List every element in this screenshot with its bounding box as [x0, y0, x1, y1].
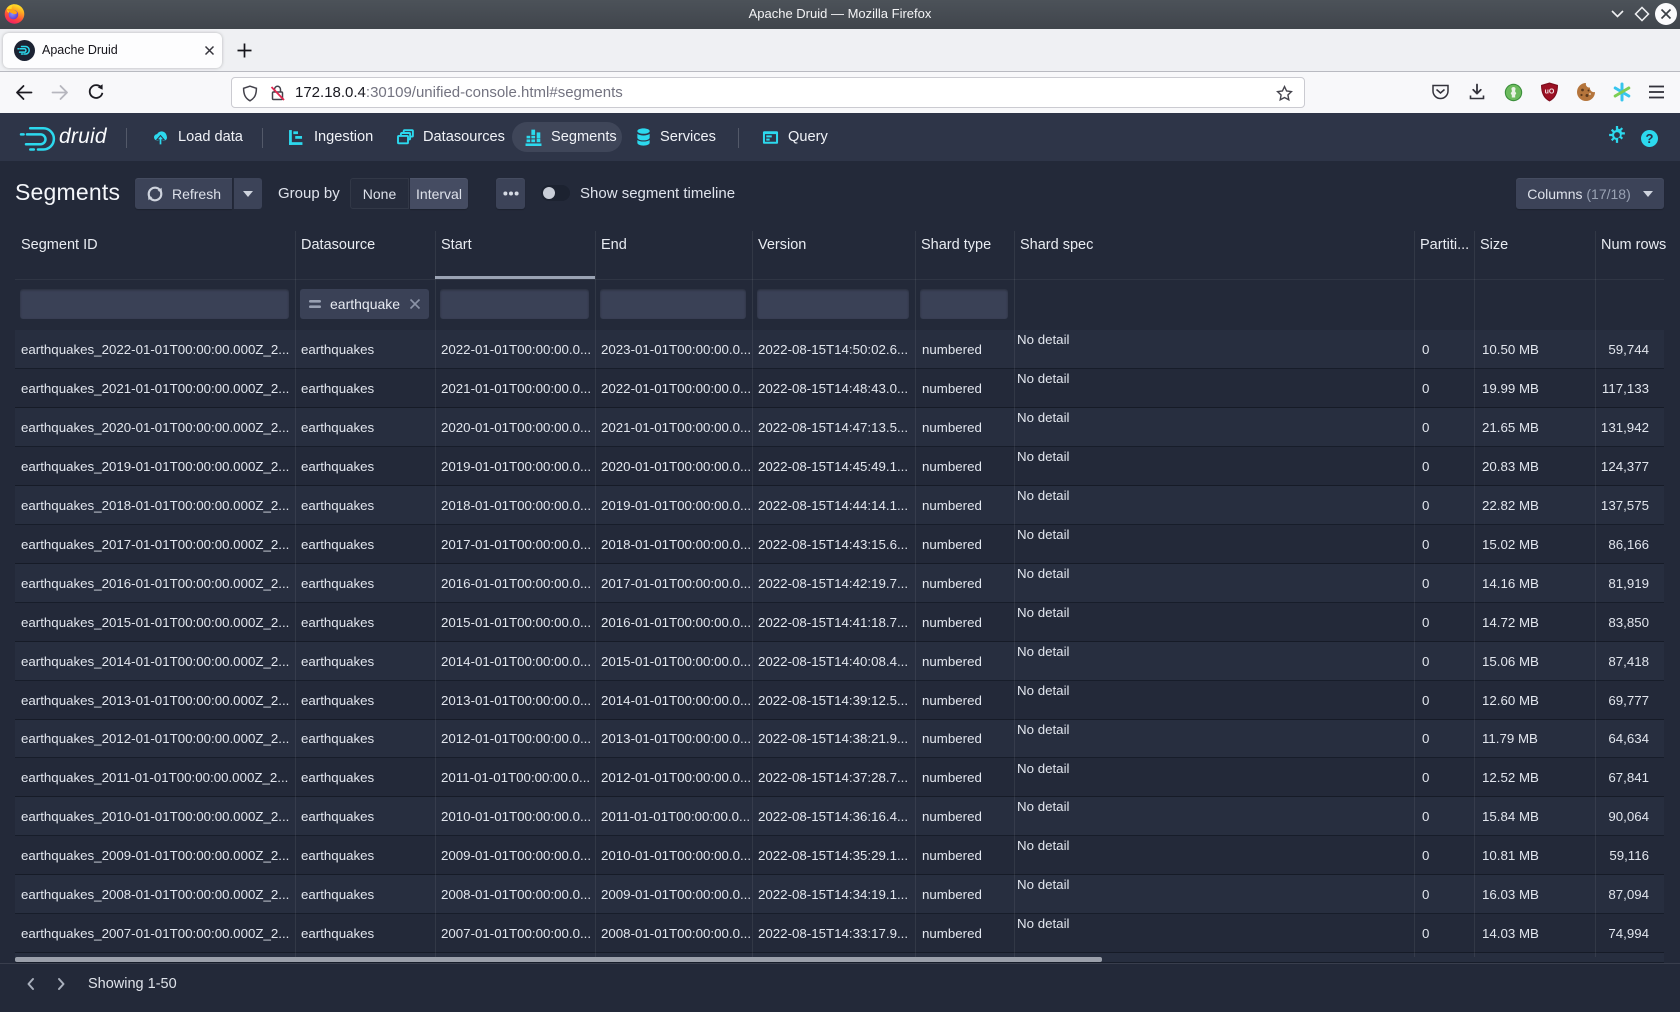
svg-text:uO: uO: [1545, 89, 1555, 96]
